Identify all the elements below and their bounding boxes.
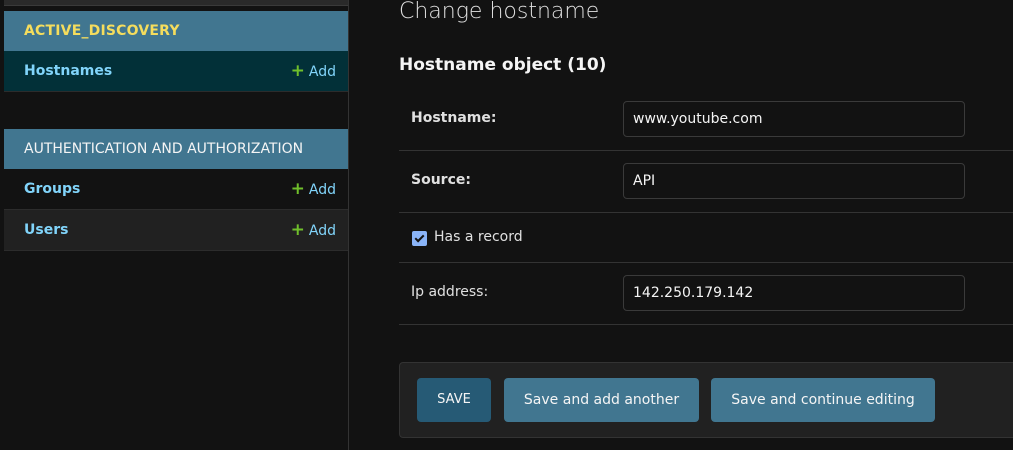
ip-address-label: Ip address:	[411, 284, 489, 300]
page-title: Change hostname	[399, 0, 600, 24]
source-input[interactable]	[623, 163, 965, 199]
save-and-continue-button[interactable]: Save and continue editing	[711, 378, 935, 422]
plus-icon: +	[290, 179, 305, 199]
content-main: Change hostname Hostname object (10) Hos…	[399, 0, 1013, 450]
plus-icon: +	[290, 220, 305, 240]
plus-icon: +	[290, 61, 305, 81]
admin-app: ACTIVE_DISCOVERY Hostnames + Add AUTHENTI…	[0, 0, 1013, 450]
sidebar-nav: ACTIVE_DISCOVERY Hostnames + Add AUTHENTI…	[4, 0, 349, 450]
users-link[interactable]: Users	[24, 222, 68, 238]
save-button[interactable]: SAVE	[417, 378, 491, 422]
sidebar-item-groups: Groups + Add	[4, 169, 348, 210]
module-caption-active-discovery[interactable]: ACTIVE_DISCOVERY	[4, 11, 348, 51]
has-a-record-checkbox[interactable]	[412, 231, 427, 246]
hostnames-add-link[interactable]: + Add	[291, 51, 336, 92]
sidebar-item-users: Users + Add	[4, 210, 348, 251]
object-title: Hostname object (10)	[399, 55, 607, 75]
hostname-label: Hostname:	[411, 110, 497, 126]
groups-add-link[interactable]: + Add	[291, 169, 336, 210]
module-auth: AUTHENTICATION AND AUTHORIZATION Groups …	[4, 129, 348, 251]
sidebar-item-hostnames: Hostnames + Add	[4, 51, 348, 92]
groups-link[interactable]: Groups	[24, 181, 80, 197]
form-row-hostname: Hostname:	[399, 89, 1013, 151]
add-label: Add	[308, 64, 336, 80]
form-row-has-a-record: Has a record	[399, 213, 1013, 263]
form-row-ip-address: Ip address:	[399, 263, 1013, 325]
sidebar-filter-remnant	[4, 0, 348, 6]
source-label: Source:	[411, 172, 471, 188]
users-add-link[interactable]: + Add	[291, 210, 336, 251]
module-caption-auth[interactable]: AUTHENTICATION AND AUTHORIZATION	[4, 129, 348, 169]
has-a-record-label[interactable]: Has a record	[434, 229, 523, 245]
hostname-input[interactable]	[623, 101, 965, 137]
save-and-add-another-button[interactable]: Save and add another	[504, 378, 699, 422]
form-row-source: Source:	[399, 151, 1013, 213]
submit-row: SAVE Save and add another Save and conti…	[399, 362, 1013, 438]
ip-address-input[interactable]	[623, 275, 965, 311]
hostnames-link[interactable]: Hostnames	[24, 63, 112, 79]
module-active-discovery: ACTIVE_DISCOVERY Hostnames + Add	[4, 11, 348, 92]
add-label: Add	[308, 223, 336, 239]
add-label: Add	[308, 182, 336, 198]
